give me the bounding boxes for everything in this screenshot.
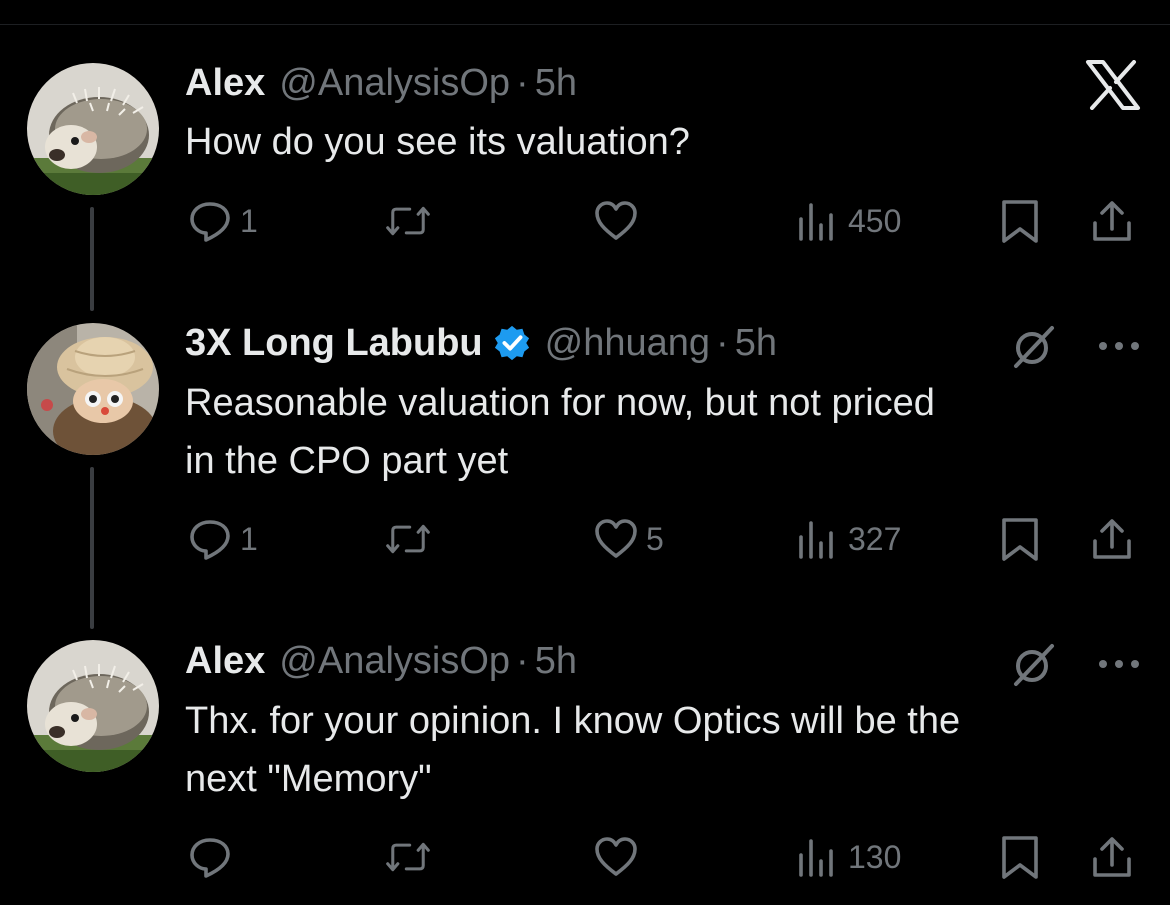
retweet-icon — [386, 517, 430, 561]
reply-button[interactable]: 1 — [188, 196, 258, 246]
bookmark-icon — [998, 517, 1042, 561]
share-icon — [1090, 199, 1134, 243]
like-button[interactable] — [594, 832, 646, 882]
views-button[interactable]: 130 — [796, 832, 901, 882]
tweet-actions: 1 5 327 — [0, 514, 1170, 564]
author-name[interactable]: 3X Long Labubu — [185, 322, 483, 365]
tweet-header: Alex @AnalysisOp · 5h — [185, 639, 577, 683]
tweet-header: Alex @AnalysisOp · 5h — [185, 61, 577, 105]
like-icon — [594, 517, 638, 561]
avatar[interactable] — [27, 640, 159, 772]
separator-dot: · — [516, 639, 529, 682]
author-handle[interactable]: @hhuang — [545, 322, 710, 365]
views-icon — [796, 835, 840, 879]
share-icon — [1090, 517, 1134, 561]
share-button[interactable] — [1090, 196, 1134, 246]
avatar[interactable] — [27, 63, 159, 195]
tweet-text-line: How do you see its valuation? — [185, 121, 690, 163]
retweet-button[interactable] — [386, 196, 438, 246]
author-name[interactable]: Alex — [185, 640, 265, 683]
like-icon — [594, 835, 638, 879]
tweet-text: How do you see its valuation? — [185, 113, 1145, 171]
more-icon[interactable] — [1095, 654, 1143, 674]
tweet-actions: 130 — [0, 832, 1170, 882]
retweet-icon — [386, 835, 430, 879]
like-button[interactable]: 5 — [594, 514, 664, 564]
author-name[interactable]: Alex — [185, 62, 265, 105]
more-icon[interactable] — [1095, 336, 1143, 356]
timestamp[interactable]: 5h — [535, 62, 577, 105]
reply-button[interactable] — [188, 832, 240, 882]
bookmark-icon — [998, 199, 1042, 243]
timestamp[interactable]: 5h — [535, 640, 577, 683]
grok-icon[interactable] — [1010, 322, 1058, 370]
tweet-actions: 1 450 — [0, 196, 1170, 246]
bookmark-button[interactable] — [998, 832, 1042, 882]
retweet-button[interactable] — [386, 832, 438, 882]
avatar[interactable] — [27, 323, 159, 455]
tweet-header: 3X Long Labubu @hhuang · 5h — [185, 321, 777, 365]
views-count: 327 — [848, 520, 902, 557]
tweet-text-line: in the CPO part yet — [185, 440, 509, 482]
views-button[interactable]: 327 — [796, 514, 901, 564]
verified-badge-icon — [493, 324, 531, 362]
views-count: 450 — [848, 202, 902, 239]
views-button[interactable]: 450 — [796, 196, 901, 246]
bookmark-button[interactable] — [998, 196, 1042, 246]
reply-count: 1 — [240, 520, 258, 557]
tweet-text-line: next "Memory" — [185, 758, 432, 800]
reply-icon — [188, 517, 232, 561]
reply-icon — [188, 199, 232, 243]
author-handle[interactable]: @AnalysisOp — [279, 640, 510, 683]
x-logo-icon[interactable] — [1085, 60, 1141, 110]
separator-dot: · — [516, 61, 529, 104]
like-count: 5 — [646, 520, 664, 557]
tweet-text-line: Thx. for your opinion. I know Optics wil… — [185, 700, 961, 742]
grok-icon[interactable] — [1010, 640, 1058, 688]
reply-button[interactable]: 1 — [188, 514, 258, 564]
tweet-text-line: Reasonable valuation for now, but not pr… — [185, 382, 935, 424]
retweet-button[interactable] — [386, 514, 438, 564]
share-button[interactable] — [1090, 832, 1134, 882]
top-divider — [0, 24, 1170, 25]
tweet-text: Reasonable valuation for now, but not pr… — [185, 374, 1145, 490]
like-button[interactable] — [594, 196, 646, 246]
views-icon — [796, 517, 840, 561]
views-count: 130 — [848, 838, 902, 875]
bookmark-icon — [998, 835, 1042, 879]
retweet-icon — [386, 199, 430, 243]
share-icon — [1090, 835, 1134, 879]
share-button[interactable] — [1090, 514, 1134, 564]
timestamp[interactable]: 5h — [735, 322, 777, 365]
author-handle[interactable]: @AnalysisOp — [279, 62, 510, 105]
bookmark-button[interactable] — [998, 514, 1042, 564]
reply-count: 1 — [240, 202, 258, 239]
views-icon — [796, 199, 840, 243]
reply-icon — [188, 835, 232, 879]
tweet-text: Thx. for your opinion. I know Optics wil… — [185, 692, 1145, 808]
like-icon — [594, 199, 638, 243]
separator-dot: · — [716, 321, 729, 364]
